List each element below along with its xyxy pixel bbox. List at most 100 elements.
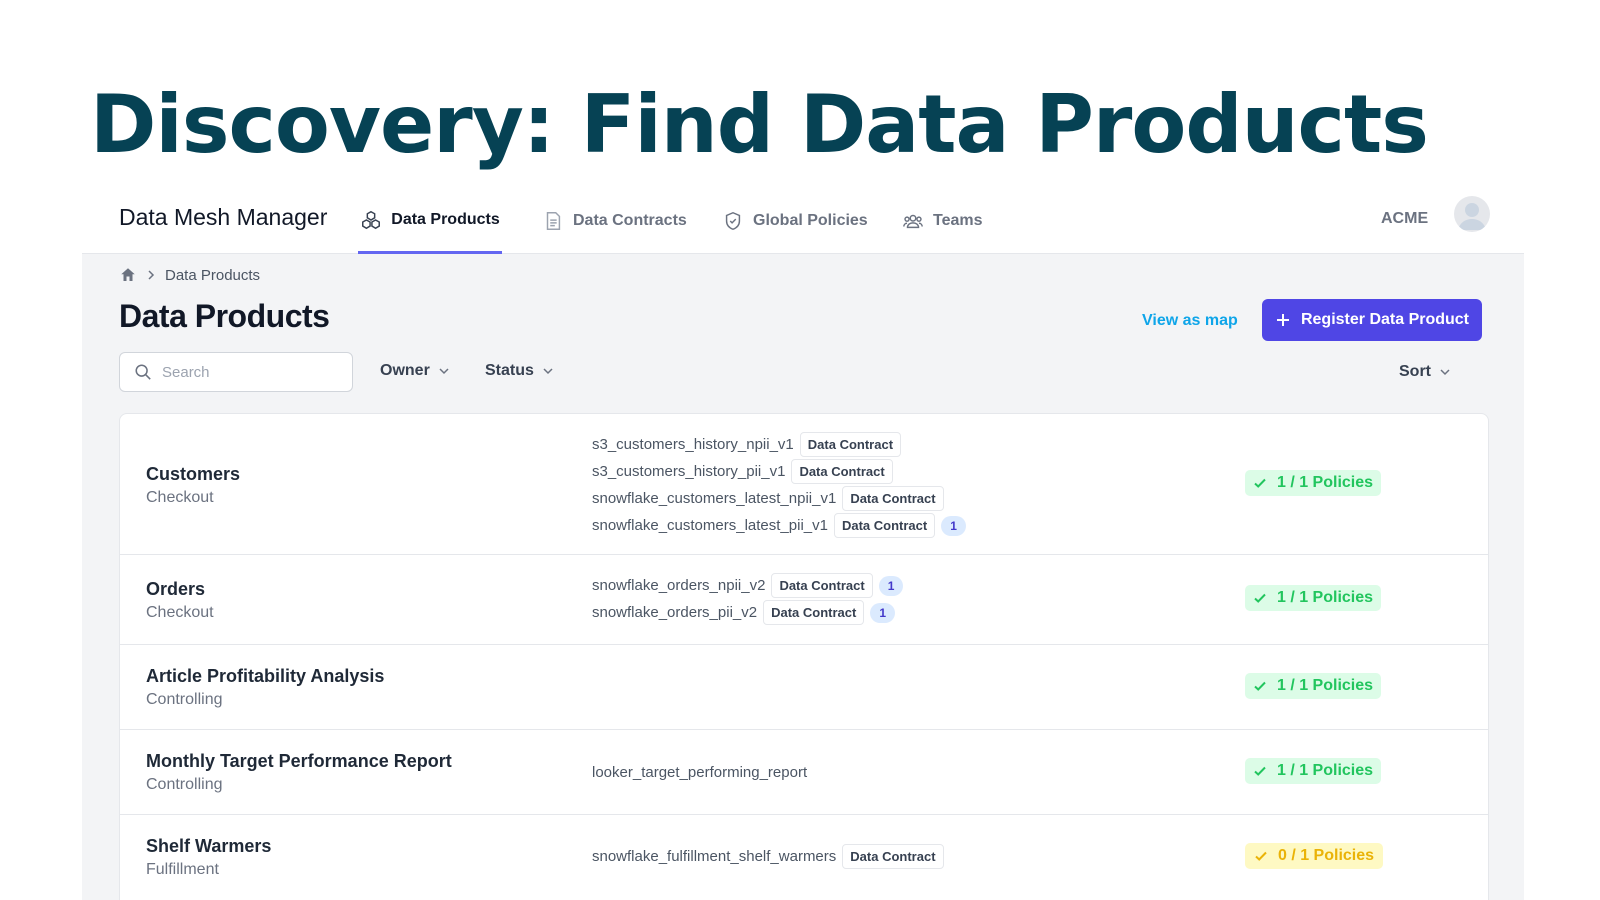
page-title: Data Products [119,298,330,334]
output-port-name[interactable]: snowflake_orders_npii_v2 [592,577,765,594]
users-icon [903,214,923,229]
breadcrumb-current[interactable]: Data Products [165,267,260,284]
document-icon [546,212,561,230]
chevron-down-icon [1440,369,1450,376]
output-port-name[interactable]: s3_customers_history_pii_v1 [592,463,785,480]
tab-label: Data Products [391,210,500,228]
output-port-name[interactable]: looker_target_performing_report [592,764,807,781]
product-name[interactable]: Shelf Warmers [146,836,271,857]
policy-status-text: 1 / 1 Policies [1276,762,1374,779]
output-port: snowflake_orders_npii_v2 Data Contract 1 [592,572,904,599]
tab-label: Data Contracts [573,212,687,229]
search-box [119,352,353,392]
data-contract-badge[interactable]: Data Contract [842,486,944,511]
app-brand[interactable]: Data Mesh Manager [119,204,327,231]
policy-status-badge[interactable]: 1 / 1 Policies [1245,470,1381,496]
shield-icon [725,211,741,231]
search-input[interactable] [162,363,332,381]
chevron-down-icon [543,368,553,375]
register-label: Register Data Product [1300,311,1470,328]
policy-status-text: 1 / 1 Policies [1276,589,1374,606]
check-icon [1254,593,1266,603]
output-port: looker_target_performing_report [592,759,807,786]
data-contract-badge[interactable]: Data Contract [763,600,865,625]
output-port: s3_customers_history_npii_v1 Data Contra… [592,431,966,458]
policy-status-text: 1 / 1 Policies [1276,677,1374,694]
output-port: snowflake_customers_latest_npii_v1 Data … [592,485,966,512]
output-ports: looker_target_performing_report [592,759,807,786]
table-row[interactable]: Customers Checkout s3_customers_history_… [120,414,1488,555]
product-team: Checkout [146,489,214,506]
org-switcher[interactable]: ACME [1381,210,1428,228]
output-port: snowflake_orders_pii_v2 Data Contract 1 [592,599,903,626]
tab-data-products[interactable]: Data Products [358,188,502,254]
data-contract-badge[interactable]: Data Contract [799,432,902,457]
sort-dropdown[interactable]: Sort [1399,363,1451,381]
user-avatar-icon[interactable] [1454,196,1490,232]
tab-global-policies[interactable]: Global Policies [722,188,868,254]
table-row[interactable]: Orders Checkout snowflake_orders_npii_v2… [120,555,1488,645]
check-icon [1254,766,1266,776]
check-icon [1255,851,1267,861]
view-as-map-link[interactable]: View as map [1142,312,1238,330]
register-data-product-button[interactable]: Register Data Product [1262,299,1482,341]
home-icon[interactable] [119,266,137,284]
product-team: Controlling [146,776,223,793]
output-ports: snowflake_fulfillment_shelf_warmers Data… [592,843,944,870]
check-icon [1254,478,1266,488]
search-icon [135,364,151,380]
count-badge: 1 [878,575,904,596]
data-contract-badge[interactable]: Data Contract [842,844,944,869]
product-name[interactable]: Customers [146,464,240,485]
product-name[interactable]: Article Profitability Analysis [146,666,384,687]
sort-label: Sort [1399,363,1431,380]
top-navigation: Data Mesh Manager Data Products Data Con… [82,188,1524,254]
count-badge: 1 [941,515,966,536]
output-port-name[interactable]: snowflake_fulfillment_shelf_warmers [592,848,836,865]
tab-label: Teams [933,212,983,229]
tab-data-contracts[interactable]: Data Contracts [542,188,687,254]
output-ports: s3_customers_history_npii_v1 Data Contra… [592,431,966,539]
table-row[interactable]: Article Profitability Analysis Controlli… [120,645,1488,730]
output-port-name[interactable]: s3_customers_history_npii_v1 [592,436,794,453]
output-port: snowflake_customers_latest_pii_v1 Data C… [592,512,966,539]
policy-status-text: 1 / 1 Policies [1276,474,1374,491]
tab-label: Global Policies [753,212,868,229]
cubes-icon [362,210,381,229]
output-port: snowflake_fulfillment_shelf_warmers Data… [592,843,944,870]
product-name[interactable]: Monthly Target Performance Report [146,751,452,772]
output-ports: snowflake_orders_npii_v2 Data Contract 1… [592,572,904,626]
data-contract-badge[interactable]: Data Contract [771,573,873,598]
data-contract-badge[interactable]: Data Contract [833,513,936,538]
output-port-name[interactable]: snowflake_customers_latest_npii_v1 [592,490,836,507]
table-row[interactable]: Monthly Target Performance Report Contro… [120,730,1488,815]
product-team: Checkout [146,604,214,621]
check-icon [1254,681,1266,691]
output-port-name[interactable]: snowflake_orders_pii_v2 [592,604,757,621]
slide-title: Discovery: Find Data Products [90,78,1429,171]
policy-status-badge[interactable]: 0 / 1 Policies [1245,843,1383,869]
status-filter[interactable]: Status [485,362,554,380]
product-name[interactable]: Orders [146,579,205,600]
app-window: Data Mesh Manager Data Products Data Con… [82,188,1524,900]
policy-status-text: 0 / 1 Policies [1277,847,1375,864]
chevron-down-icon [439,368,449,375]
data-product-list: Customers Checkout s3_customers_history_… [119,413,1489,900]
chevron-right-icon [148,270,155,280]
product-team: Controlling [146,691,223,708]
policy-status-badge[interactable]: 1 / 1 Policies [1245,758,1381,784]
policy-status-badge[interactable]: 1 / 1 Policies [1245,585,1381,611]
output-port-name[interactable]: snowflake_customers_latest_pii_v1 [592,517,828,534]
plus-icon [1276,314,1289,326]
breadcrumb: Data Products [119,266,260,284]
product-team: Fulfillment [146,861,219,878]
policy-status-badge[interactable]: 1 / 1 Policies [1245,673,1381,699]
status-filter-label: Status [485,362,534,379]
owner-filter[interactable]: Owner [380,362,450,380]
tab-teams[interactable]: Teams [902,188,983,254]
count-badge: 1 [870,602,896,623]
owner-filter-label: Owner [380,362,430,379]
data-contract-badge[interactable]: Data Contract [791,459,893,484]
table-row[interactable]: Shelf Warmers Fulfillment snowflake_fulf… [120,815,1488,900]
output-port: s3_customers_history_pii_v1 Data Contrac… [592,458,966,485]
